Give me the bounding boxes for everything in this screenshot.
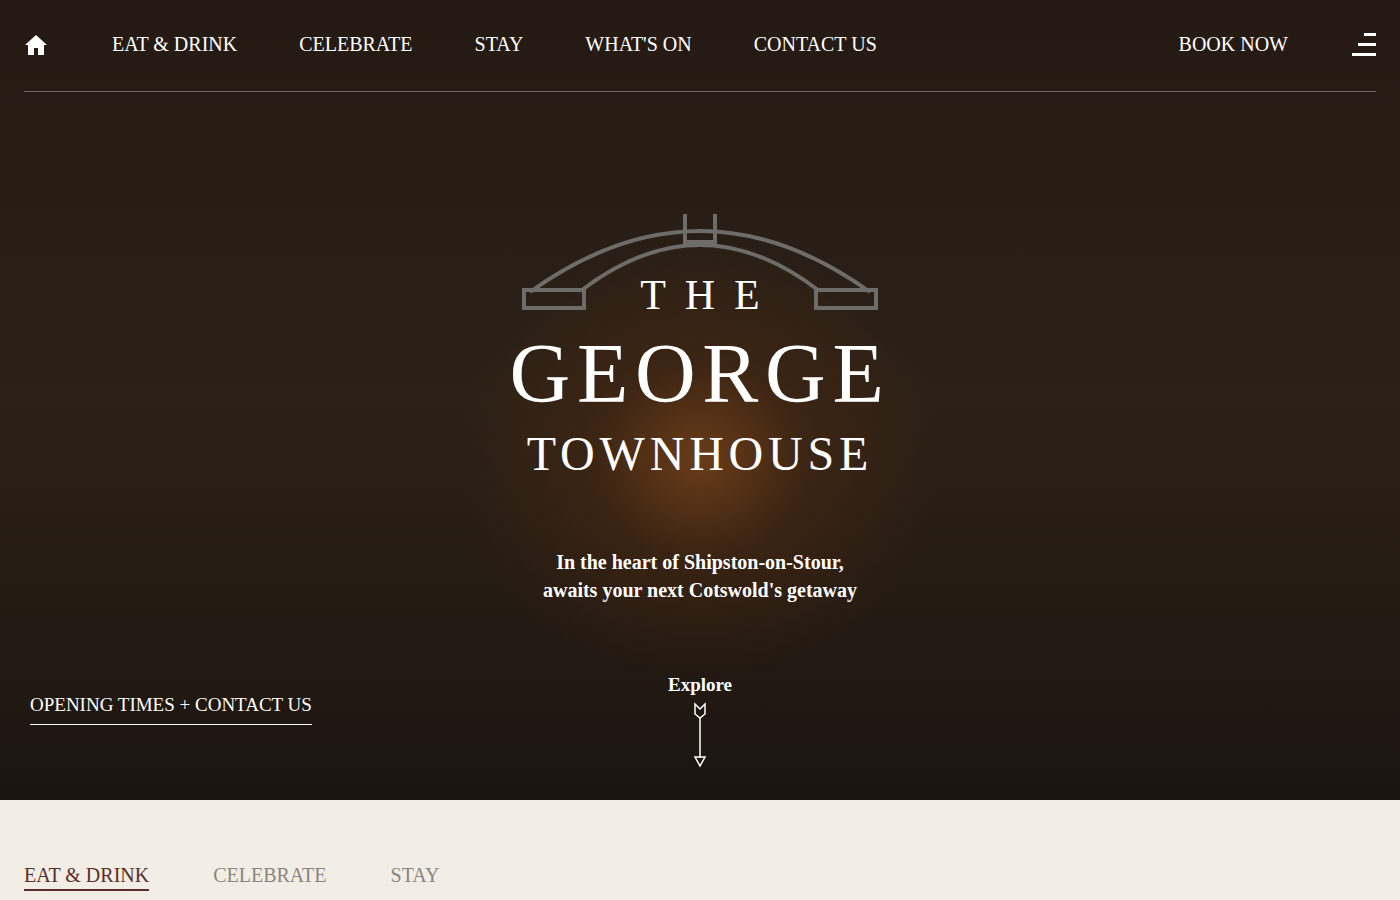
- menu-icon[interactable]: [1352, 32, 1376, 58]
- tagline: In the heart of Shipston-on-Stour,awaits…: [543, 548, 857, 604]
- tagline-line: awaits your next Cotswold's getaway: [543, 576, 857, 604]
- section-tab[interactable]: EAT & DRINK: [24, 864, 149, 891]
- logo-townhouse: TOWNHOUSE: [527, 430, 873, 478]
- nav-links: EAT & DRINK CELEBRATE STAY WHAT'S ON CONTACT…: [112, 33, 877, 56]
- logo-george: GEORGE: [510, 332, 891, 416]
- home-icon[interactable]: [24, 33, 48, 57]
- explore-link[interactable]: Explore: [668, 674, 732, 768]
- section-tab[interactable]: CELEBRATE: [213, 864, 326, 889]
- logo: THE GEORGE TOWNHOUSE: [480, 210, 920, 478]
- book-now-button[interactable]: BOOK NOW: [1179, 33, 1288, 56]
- nav-link[interactable]: WHAT'S ON: [585, 33, 691, 56]
- nav-link[interactable]: STAY: [475, 33, 524, 56]
- hero-content: THE GEORGE TOWNHOUSE In the heart of Shi…: [0, 92, 1400, 768]
- page: EAT & DRINK CELEBRATE STAY WHAT'S ON CONTACT…: [0, 0, 1400, 900]
- nav-link[interactable]: EAT & DRINK: [112, 33, 237, 56]
- nav-link[interactable]: CONTACT US: [754, 33, 877, 56]
- arrow-down-icon: [692, 702, 708, 768]
- hero: EAT & DRINK CELEBRATE STAY WHAT'S ON CONTACT…: [0, 0, 1400, 800]
- section-tabs: EAT & DRINK CELEBRATE STAY: [0, 800, 1400, 900]
- top-nav: EAT & DRINK CELEBRATE STAY WHAT'S ON CONTACT…: [24, 0, 1376, 92]
- arch-icon: [522, 210, 878, 322]
- tagline-line: In the heart of Shipston-on-Stour,: [543, 548, 857, 576]
- nav-link[interactable]: CELEBRATE: [299, 33, 412, 56]
- logo-the: THE: [640, 274, 778, 316]
- opening-times-link[interactable]: OPENING TIMES + CONTACT US: [30, 694, 312, 725]
- section-tab[interactable]: STAY: [391, 864, 440, 889]
